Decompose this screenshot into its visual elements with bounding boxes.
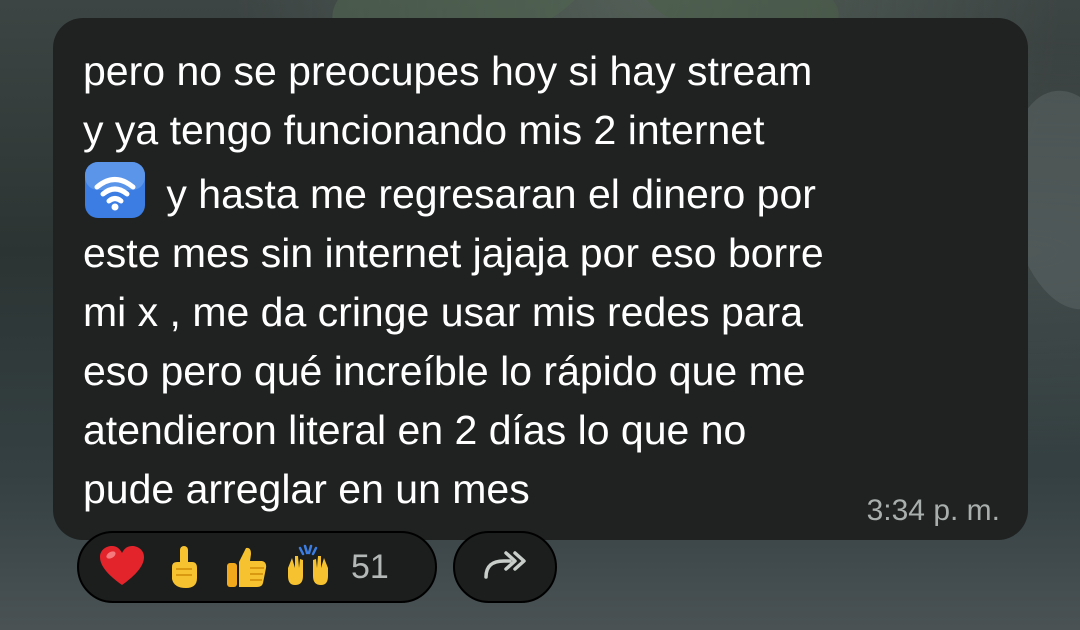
forward-share-icon	[480, 547, 530, 588]
message-line: y ya tengo funcionando mis 2 internet	[83, 107, 765, 153]
pointing-up-emoji-icon[interactable]	[159, 542, 209, 592]
forward-share-button[interactable]	[453, 531, 557, 603]
reaction-count: 51	[351, 547, 389, 586]
red-heart-emoji-icon[interactable]	[97, 542, 147, 592]
raising-hands-emoji-icon[interactable]	[283, 542, 333, 592]
message-line: pero no se preocupes hoy si hay stream	[83, 48, 813, 94]
message-text: pero no se preocupes hoy si hay stream y…	[83, 42, 983, 519]
message-line: y hasta me regresaran el dinero por este…	[83, 171, 824, 512]
message-timestamp: 3:34 p. m.	[866, 494, 1000, 527]
reactions-bar[interactable]: 51	[77, 531, 437, 603]
message-bubble[interactable]: pero no se preocupes hoy si hay stream y…	[53, 18, 1028, 540]
thumbs-up-emoji-icon[interactable]	[221, 542, 271, 592]
wifi-emoji-icon	[83, 160, 147, 220]
